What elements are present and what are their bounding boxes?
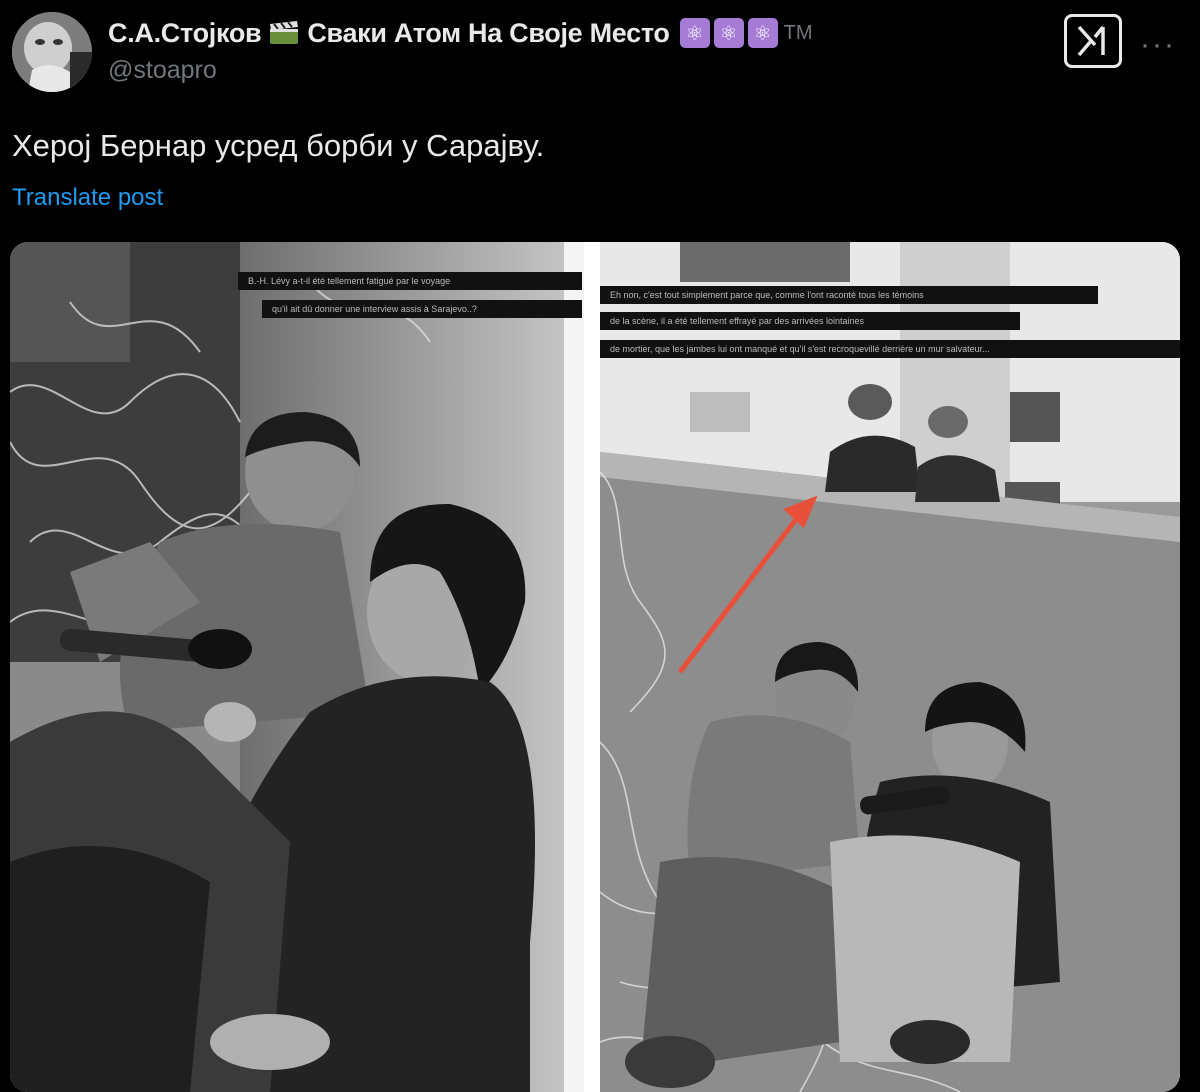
caption-line: de mortier, que les jambes lui ont manqu… <box>600 340 1180 358</box>
caption-line: de la scène, il a été tellement effrayé … <box>600 312 1020 330</box>
tweet-post: С.А.Стојков Сваки Атом На Своје Место ⚛ … <box>0 0 1200 1092</box>
more-options-button[interactable]: ··· <box>1140 28 1176 62</box>
trademark-label: TM <box>783 21 813 44</box>
clapper-board-icon <box>269 21 299 45</box>
display-name-suffix[interactable]: Сваки Атом На Своје Место <box>307 18 670 49</box>
translate-post-link[interactable]: Translate post <box>12 184 163 212</box>
caption-line: B.-H. Lévy a-t-il été tellement fatigué … <box>238 272 582 290</box>
atom-icon: ⚛ <box>679 18 710 48</box>
atom-icon: ⚛ <box>747 18 778 48</box>
photo-right-image <box>600 242 1180 1092</box>
author-block: С.А.Стојков Сваки Атом На Своје Место ⚛ … <box>108 14 813 85</box>
photo-left-image <box>10 242 584 1092</box>
grok-icon[interactable] <box>1064 14 1122 68</box>
display-name[interactable]: С.А.Стојков <box>108 18 262 49</box>
photo-right[interactable]: Eh non, c'est tout simplement parce que,… <box>600 242 1180 1092</box>
caption-line: qu'il ait dû donner une interview assis … <box>262 300 582 318</box>
post-text: Херој Бернар усред борби у Сарајву. <box>12 128 545 163</box>
user-handle[interactable]: @stoapro <box>108 56 813 85</box>
caption-line: Eh non, c'est tout simplement parce que,… <box>600 286 1098 304</box>
atom-icon: ⚛ <box>713 18 744 48</box>
avatar[interactable] <box>12 12 92 92</box>
photo-left[interactable]: B.-H. Lévy a-t-il été tellement fatigué … <box>10 242 584 1092</box>
author-name-row[interactable]: С.А.Стојков Сваки Атом На Своје Место ⚛ … <box>108 14 813 52</box>
post-media[interactable]: B.-H. Lévy a-t-il été tellement fatigué … <box>10 242 1180 1092</box>
